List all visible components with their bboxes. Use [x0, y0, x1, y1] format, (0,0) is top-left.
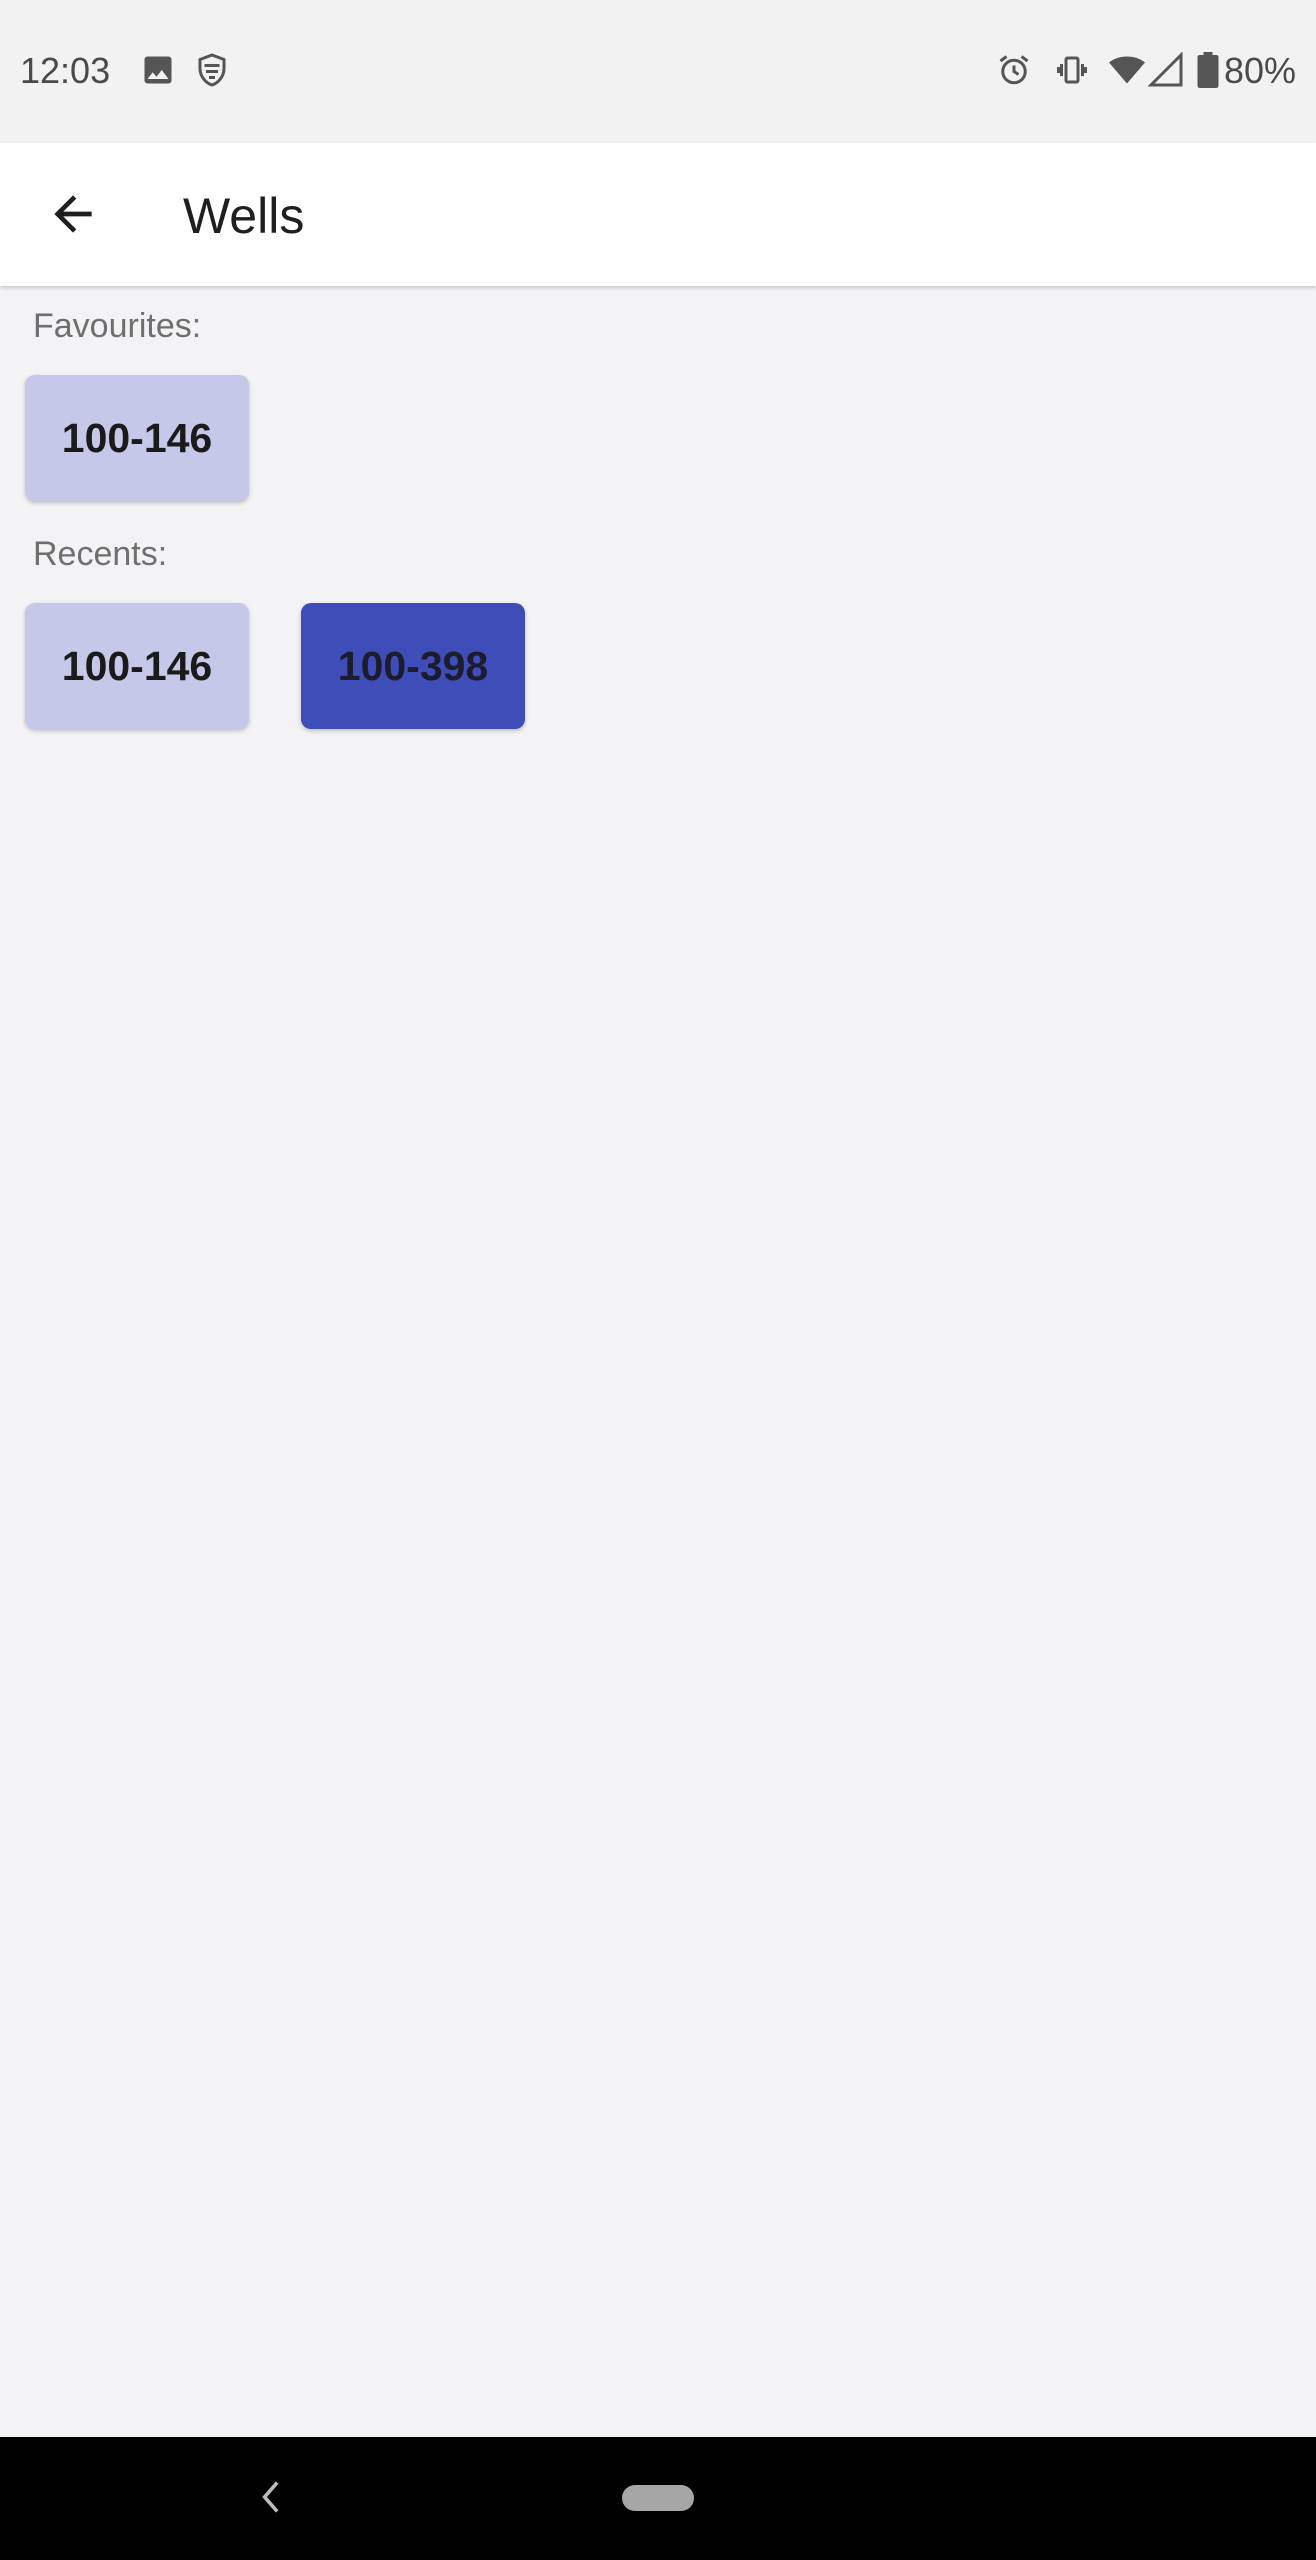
navigation-bar: [0, 2437, 1316, 2560]
home-pill-icon[interactable]: [622, 2485, 694, 2511]
battery-percent: 80%: [1223, 50, 1296, 91]
nav-back-icon: [262, 2481, 279, 2513]
page-title: Wells: [183, 188, 305, 244]
chip-label: 100-146: [61, 414, 213, 461]
recent-well-chip[interactable]: 100-146: [25, 603, 249, 729]
chip-label: 100-146: [61, 642, 213, 689]
recents-label: Recents:: [33, 535, 168, 573]
screen: 12:03 80% Wells Favourites: 100-146 Rece…: [0, 0, 1316, 2560]
status-time: 12:03: [20, 50, 111, 91]
wifi-icon: [1108, 52, 1145, 88]
vibrate-icon: [1054, 52, 1090, 88]
battery-icon: [1196, 52, 1220, 88]
arrow-back-icon: [54, 195, 92, 233]
image-icon: [140, 52, 176, 88]
favourite-well-chip[interactable]: 100-146: [25, 375, 249, 501]
app-bar: Wells: [0, 143, 1316, 286]
back-button[interactable]: [30, 171, 116, 257]
status-bar: 12:03 80%: [0, 0, 1316, 143]
alarm-icon: [996, 52, 1032, 88]
cell-signal-icon: [1147, 51, 1184, 88]
nav-back-button[interactable]: [245, 2472, 295, 2522]
shield-icon: [194, 52, 230, 88]
favourites-label: Favourites:: [33, 307, 202, 345]
recent-well-chip[interactable]: 100-398: [301, 603, 525, 729]
chip-label: 100-398: [337, 642, 489, 689]
